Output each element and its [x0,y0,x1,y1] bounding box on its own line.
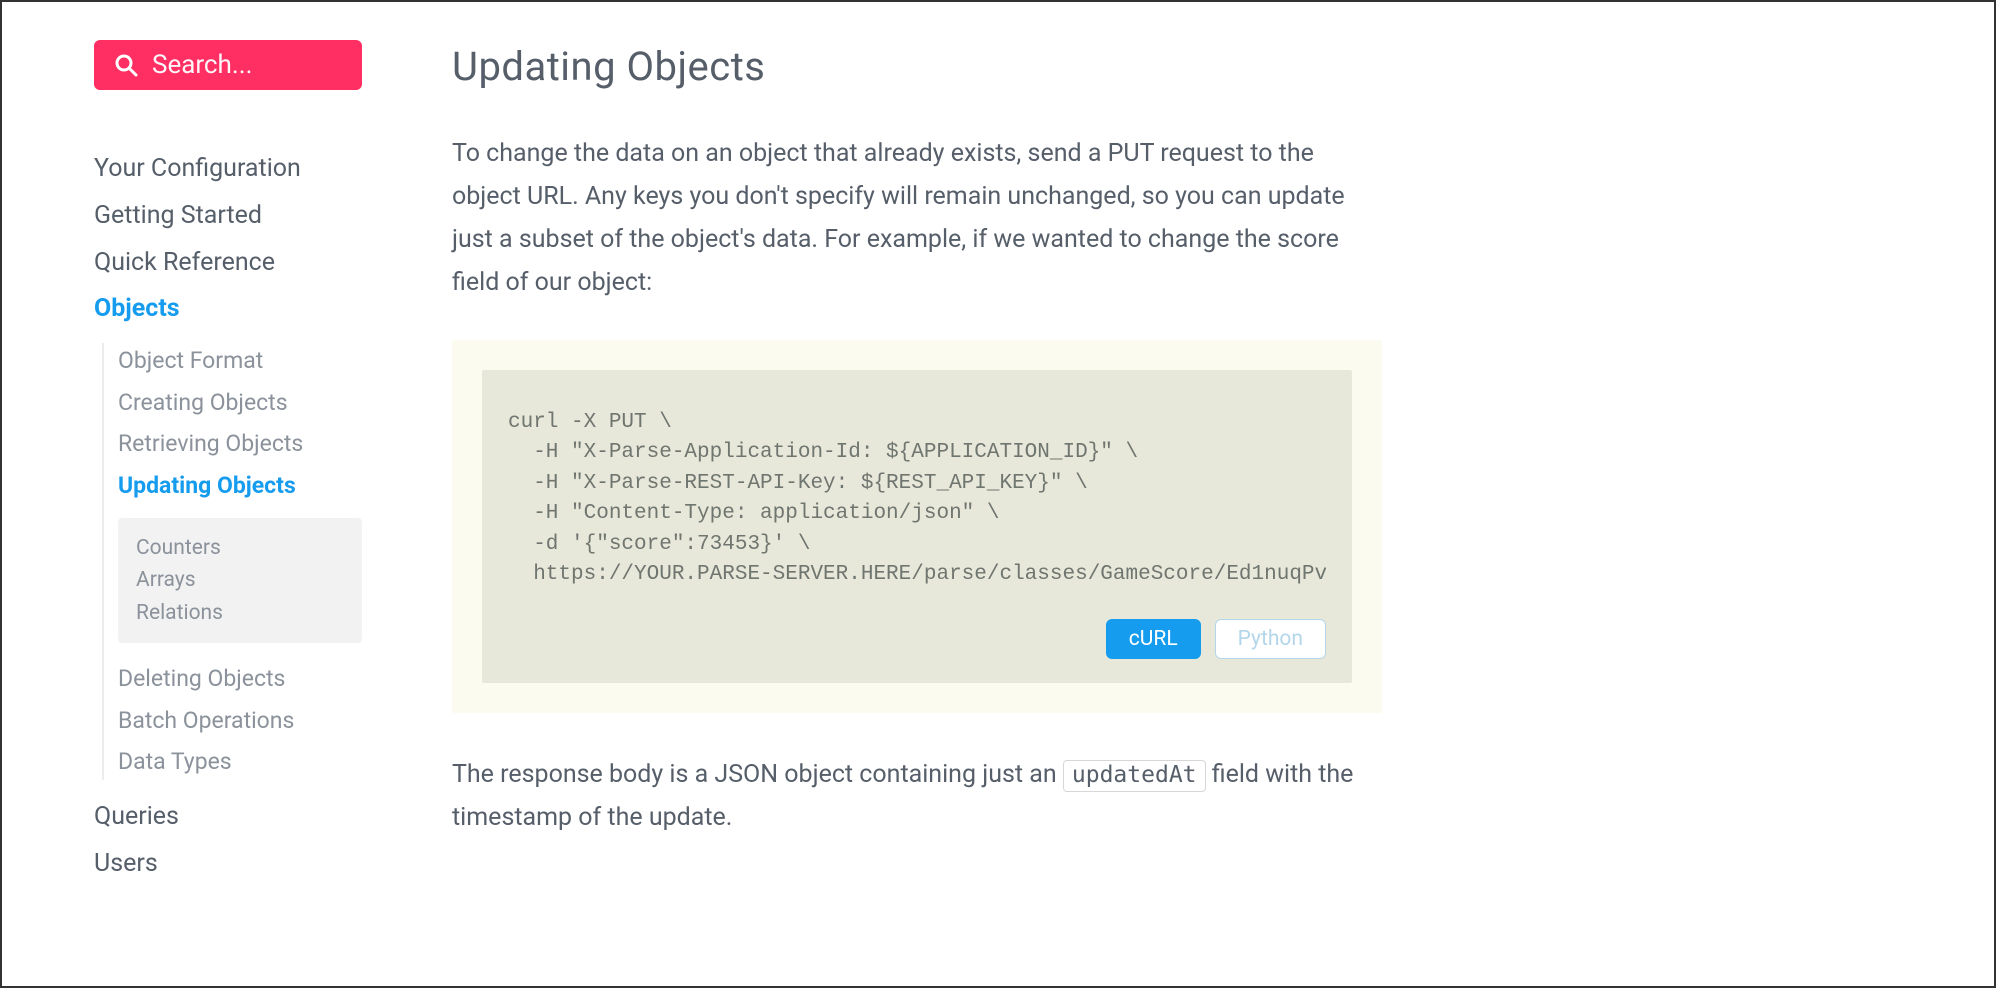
nav-relations[interactable]: Relations [136,597,344,630]
code-block: curl -X PUT \ -H "X-Parse-Application-Id… [508,408,1326,591]
nav-users[interactable]: Users [94,845,362,884]
nav-objects[interactable]: Objects [94,290,362,329]
search-input[interactable] [152,50,342,80]
nav-counters[interactable]: Counters [136,532,344,565]
code-example: curl -X PUT \ -H "X-Parse-Application-Id… [452,340,1382,713]
nav-getting-started[interactable]: Getting Started [94,197,362,236]
sidebar-nav: Your Configuration Getting Started Quick… [94,150,362,884]
nav-object-format[interactable]: Object Format [118,343,362,379]
lang-tab-python[interactable]: Python [1215,619,1326,659]
language-toggle: cURL Python [508,619,1326,659]
code-inner: curl -X PUT \ -H "X-Parse-Application-Id… [482,370,1352,683]
nav-data-types[interactable]: Data Types [118,744,362,780]
sidebar: Your Configuration Getting Started Quick… [2,2,392,986]
nav-your-configuration[interactable]: Your Configuration [94,150,362,189]
page-title: Updating Objects [452,36,1382,98]
nav-updating-objects[interactable]: Updating Objects [118,468,362,504]
nav-arrays[interactable]: Arrays [136,564,344,597]
main-content: Updating Objects To change the data on a… [392,2,1472,986]
response-text-pre: The response body is a JSON object conta… [452,760,1063,789]
response-paragraph: The response body is a JSON object conta… [452,753,1382,839]
nav-objects-sublist: Object Format Creating Objects Retrievin… [102,343,362,780]
nav-batch-operations[interactable]: Batch Operations [118,703,362,739]
nav-updating-sublist: Counters Arrays Relations [118,518,362,644]
search-box[interactable] [94,40,362,90]
nav-retrieving-objects[interactable]: Retrieving Objects [118,426,362,462]
inline-code-updatedat: updatedAt [1063,760,1206,792]
lang-tab-curl[interactable]: cURL [1106,619,1201,659]
nav-creating-objects[interactable]: Creating Objects [118,385,362,421]
nav-quick-reference[interactable]: Quick Reference [94,244,362,283]
nav-queries[interactable]: Queries [94,798,362,837]
intro-paragraph: To change the data on an object that alr… [452,132,1382,304]
nav-deleting-objects[interactable]: Deleting Objects [118,661,362,697]
search-icon [114,53,138,77]
